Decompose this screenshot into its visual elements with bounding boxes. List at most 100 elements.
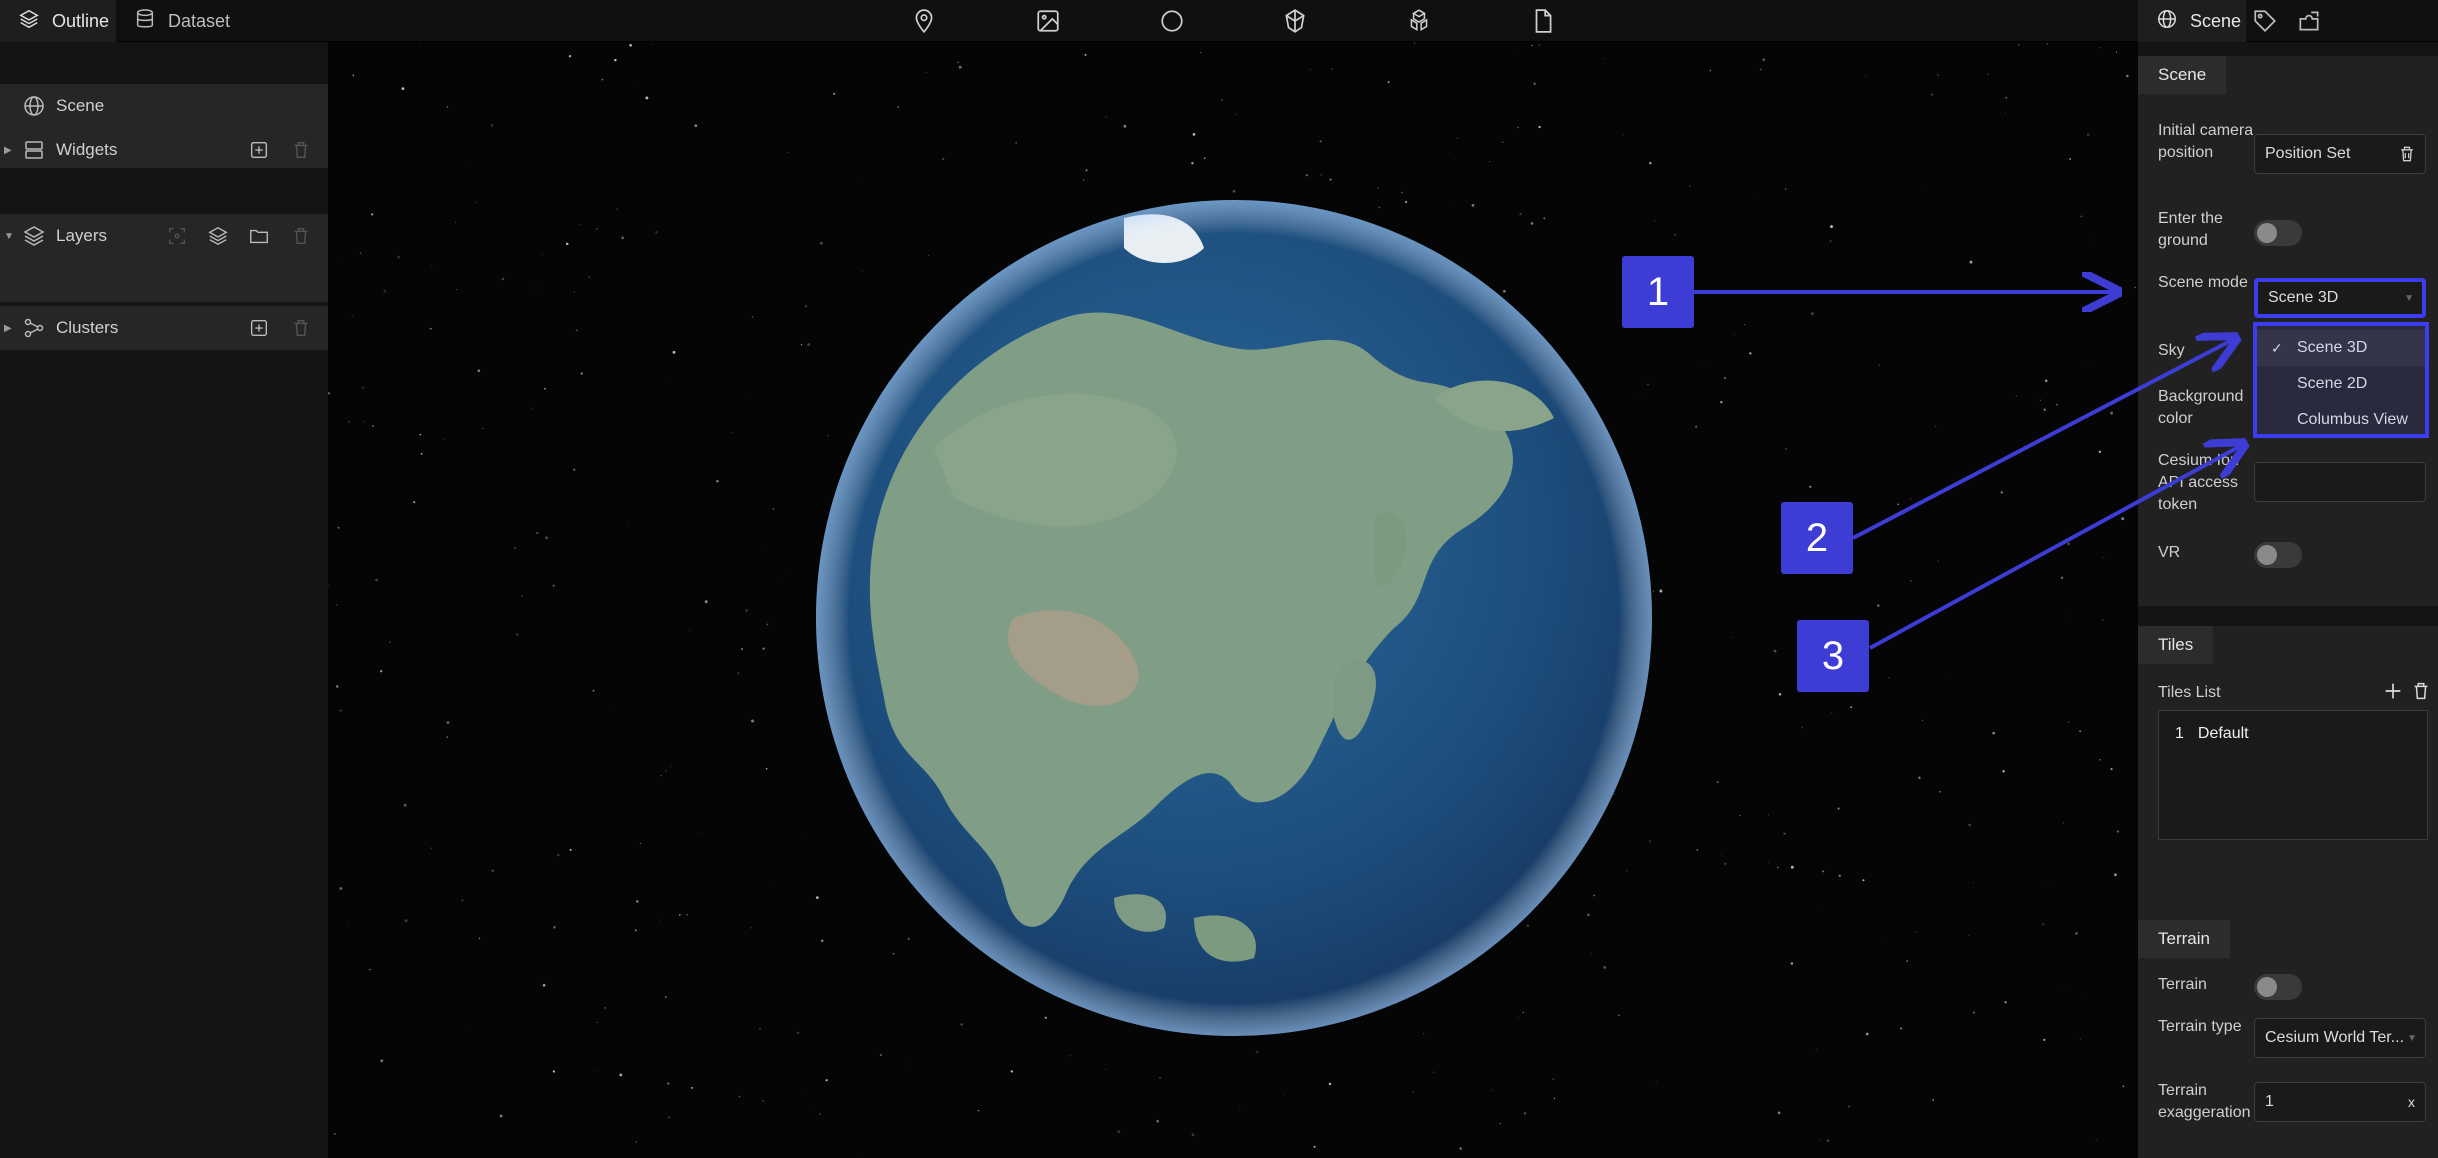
terrain-toggle[interactable] [2254, 974, 2302, 1000]
vr-toggle[interactable] [2254, 542, 2302, 568]
star [2095, 1139, 2098, 1141]
star [1830, 225, 1833, 229]
star [1517, 126, 1519, 129]
star [1809, 485, 1812, 488]
cubes-icon[interactable] [1404, 6, 1434, 36]
map-pin-icon[interactable] [909, 6, 939, 36]
outline-item-scene[interactable]: Scene [0, 84, 328, 128]
clear-button[interactable]: x [2408, 1094, 2415, 1110]
star [1283, 1094, 1285, 1095]
tab-dataset[interactable]: Dataset [116, 0, 238, 42]
star [1674, 233, 1677, 236]
database-icon [134, 8, 156, 35]
trash-icon[interactable] [2397, 144, 2417, 164]
star [1790, 865, 1794, 869]
scene-mode-option-2d[interactable]: Scene 2D [2257, 366, 2425, 402]
initial-camera-field[interactable]: Position Set [2254, 134, 2426, 174]
star [2116, 830, 2120, 833]
circle-icon[interactable] [1157, 6, 1187, 36]
add-widget-icon[interactable] [248, 139, 270, 161]
image-icon[interactable] [1033, 6, 1063, 36]
star [477, 369, 481, 373]
star [2043, 1038, 2046, 1041]
star [380, 1059, 384, 1063]
outline-item-widgets[interactable]: ▶ Widgets [0, 128, 328, 172]
star [1969, 260, 1973, 264]
star [2080, 215, 2083, 218]
enter-ground-toggle[interactable] [2254, 220, 2302, 246]
tag-icon[interactable] [2250, 6, 2280, 36]
tab-scene[interactable]: Scene [2138, 0, 2246, 42]
star [2087, 360, 2089, 362]
star [380, 670, 383, 673]
trash-icon[interactable] [2410, 680, 2432, 702]
map-viewport[interactable] [328, 42, 2138, 1158]
tiles-list-item[interactable]: 1 Default [2175, 725, 2249, 743]
add-cluster-icon[interactable] [248, 317, 270, 339]
star [1531, 44, 1533, 47]
star [1387, 81, 1390, 84]
star [1739, 814, 1741, 816]
add-layer-icon[interactable] [207, 225, 229, 247]
focus-icon[interactable] [166, 225, 188, 247]
star [328, 392, 331, 395]
star [596, 228, 598, 230]
star [1377, 187, 1379, 189]
token-input[interactable] [2254, 462, 2426, 502]
trash-icon[interactable] [290, 317, 312, 339]
terrain-type-select[interactable]: Cesium World Ter... ▼ [2254, 1018, 2426, 1058]
star [337, 526, 340, 529]
file-icon[interactable] [1528, 6, 1558, 36]
scene-mode-select[interactable]: Scene 3D ▼ [2254, 278, 2426, 318]
star [634, 929, 637, 932]
folder-icon[interactable] [248, 225, 270, 247]
star [1695, 425, 1698, 428]
star [614, 58, 617, 62]
star [588, 276, 591, 278]
star [689, 630, 691, 632]
star [774, 883, 776, 885]
scene-mode-option-3d[interactable]: ✓ Scene 3D [2257, 330, 2425, 366]
star [419, 44, 421, 46]
star [1865, 1032, 1869, 1036]
star [1696, 849, 1699, 851]
star [478, 937, 481, 940]
star [1221, 99, 1223, 101]
star [672, 350, 676, 354]
star [1937, 560, 1939, 562]
star [737, 672, 740, 675]
tab-outline[interactable]: Outline [0, 0, 116, 42]
caret-right-icon[interactable]: ▶ [4, 145, 12, 156]
star [664, 996, 667, 998]
terrain-exaggeration-input[interactable]: 1 x [2254, 1082, 2426, 1122]
caret-down-icon[interactable]: ▼ [4, 231, 14, 242]
star [1777, 1111, 1781, 1115]
star [413, 500, 416, 504]
star [879, 1053, 882, 1057]
outline-item-layers[interactable]: ▼ Layers [0, 214, 328, 258]
trash-icon[interactable] [290, 225, 312, 247]
star [362, 420, 364, 422]
cube-icon[interactable] [1280, 6, 1310, 36]
star [1716, 781, 1719, 784]
star [2069, 158, 2071, 160]
star [335, 685, 339, 688]
star [572, 468, 576, 472]
plugin-icon[interactable] [2294, 6, 2324, 36]
star [810, 1109, 812, 1110]
earth-globe[interactable] [814, 198, 1654, 1038]
trash-icon[interactable] [290, 139, 312, 161]
outline-item-clusters[interactable]: ▶ Clusters [0, 306, 328, 350]
caret-right-icon[interactable]: ▶ [4, 323, 12, 334]
globe-icon [22, 94, 46, 118]
tiles-list: 1 Default [2158, 710, 2428, 840]
star [1822, 870, 1825, 873]
star [535, 287, 537, 289]
add-icon[interactable] [2382, 680, 2404, 702]
star [2015, 395, 2018, 397]
star [347, 921, 350, 923]
terrain-group: Terrain Terrain Terrain type Cesium Worl… [2138, 920, 2438, 1158]
terrain-type-value: Cesium World Ter... [2265, 1029, 2405, 1046]
tiles-group: Tiles Tiles List 1 Default [2138, 626, 2438, 926]
scene-mode-option-columbus[interactable]: Columbus View [2257, 402, 2425, 438]
